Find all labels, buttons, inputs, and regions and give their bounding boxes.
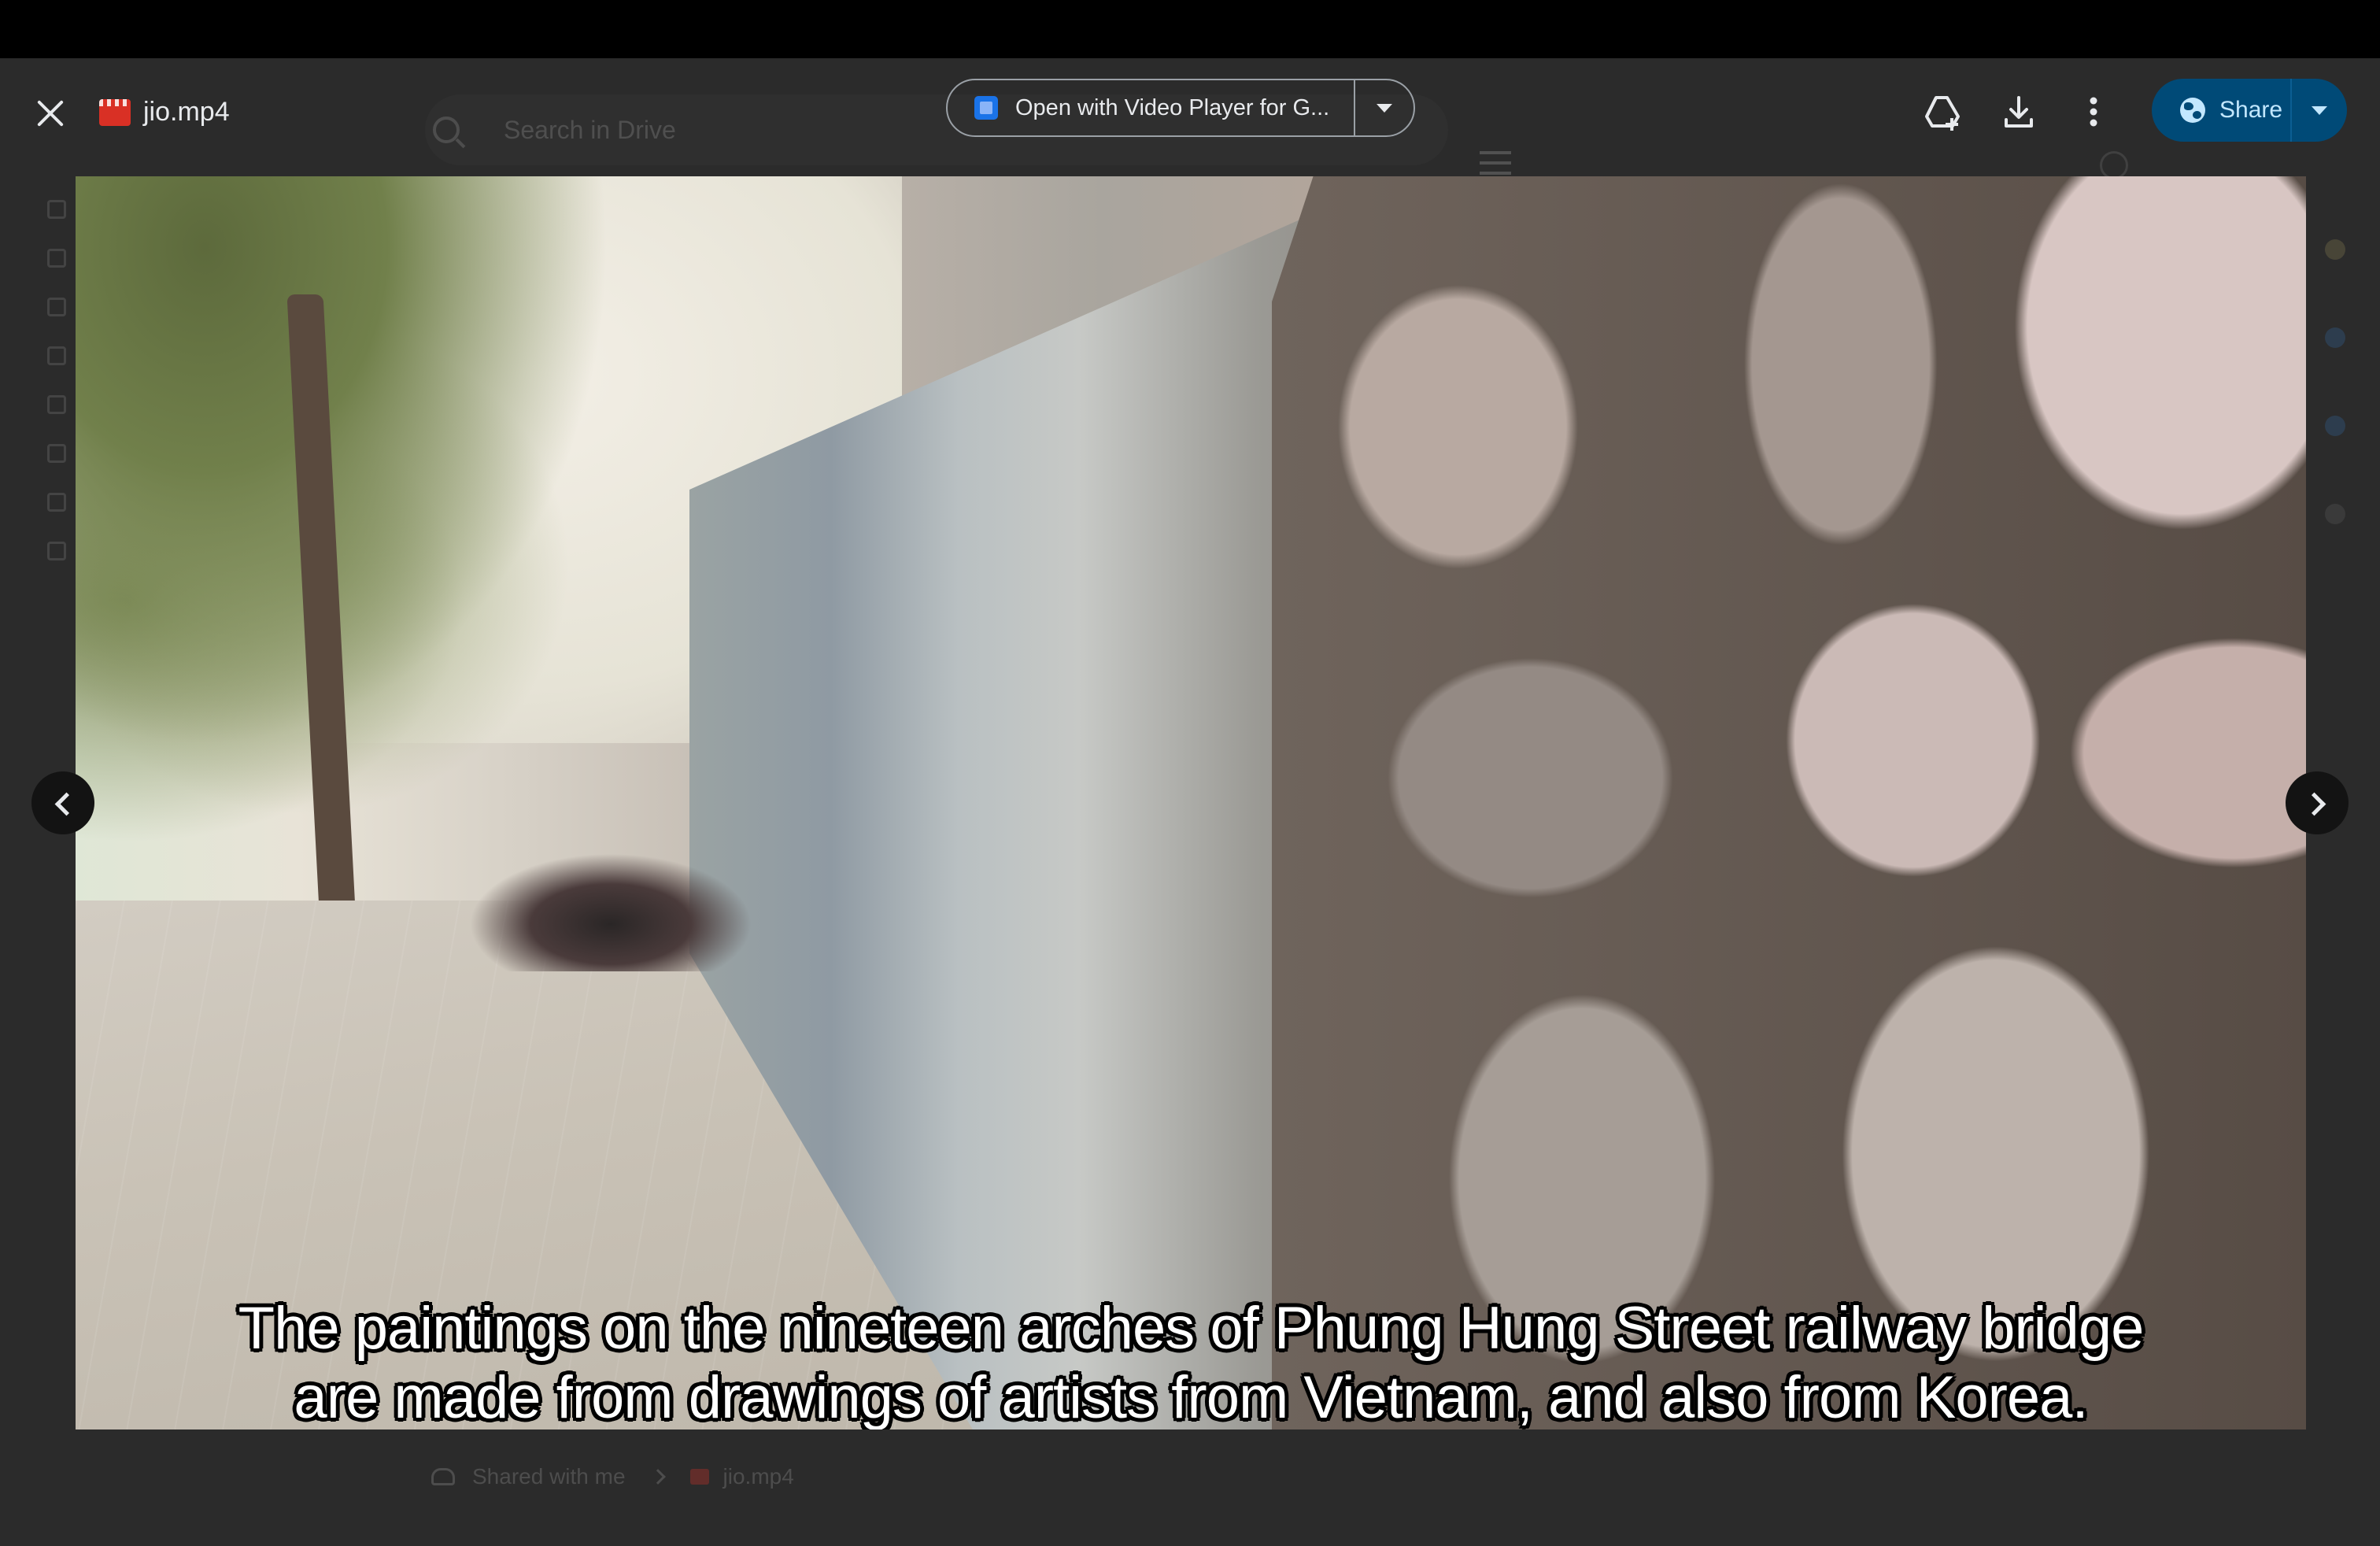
caret-down-icon bbox=[2312, 105, 2327, 115]
chevron-right-icon bbox=[649, 1469, 666, 1485]
background-breadcrumb: Shared with me jio.mp4 bbox=[431, 1464, 794, 1489]
subtitle-line-1: The paintings on the nineteen arches of … bbox=[238, 1295, 2145, 1362]
caret-down-icon bbox=[1377, 103, 1392, 113]
open-with-label: Open with Video Player for G... bbox=[1015, 94, 1330, 120]
breadcrumb-file-name: jio.mp4 bbox=[722, 1464, 794, 1489]
globe-icon bbox=[2180, 98, 2205, 123]
file-preview-overlay: Search in Drive jio.mp4 Open with Video … bbox=[0, 58, 2380, 1546]
next-file-button[interactable] bbox=[2286, 771, 2349, 834]
video-file-icon bbox=[689, 1469, 709, 1485]
share-button[interactable]: Share bbox=[2152, 79, 2292, 142]
open-with-button-group: Open with Video Player for G... bbox=[946, 79, 1415, 137]
people-icon bbox=[431, 1468, 455, 1485]
download-icon[interactable] bbox=[1997, 90, 2041, 134]
more-vert-icon[interactable] bbox=[2071, 90, 2116, 134]
preview-header: jio.mp4 Open with Video Player for G... bbox=[0, 58, 2380, 161]
video-player-app-icon bbox=[974, 96, 998, 120]
video-frame-motorbikes bbox=[469, 853, 752, 971]
share-button-group: Share bbox=[2152, 79, 2347, 142]
share-dropdown-button[interactable] bbox=[2292, 105, 2347, 115]
open-with-dropdown-button[interactable] bbox=[1355, 80, 1414, 135]
close-icon[interactable] bbox=[31, 94, 69, 132]
previous-file-button[interactable] bbox=[31, 771, 94, 834]
background-side-panel bbox=[2325, 239, 2364, 592]
file-name: jio.mp4 bbox=[143, 97, 230, 127]
video-frame-trees bbox=[76, 176, 721, 885]
video-subtitle: The paintings on the nineteen arches of … bbox=[76, 1294, 2306, 1429]
video-frame-stone-wall bbox=[1272, 176, 2306, 1429]
video-player[interactable]: The paintings on the nineteen arches of … bbox=[76, 176, 2306, 1429]
top-black-bar bbox=[0, 0, 2380, 58]
video-file-icon bbox=[99, 99, 131, 126]
open-with-button[interactable]: Open with Video Player for G... bbox=[948, 80, 1355, 135]
add-to-drive-icon[interactable] bbox=[1920, 90, 1964, 134]
subtitle-line-2: are made from drawings of artists from V… bbox=[294, 1364, 2088, 1429]
share-label: Share bbox=[2219, 97, 2283, 123]
breadcrumb-shared-with-me: Shared with me bbox=[472, 1464, 626, 1489]
